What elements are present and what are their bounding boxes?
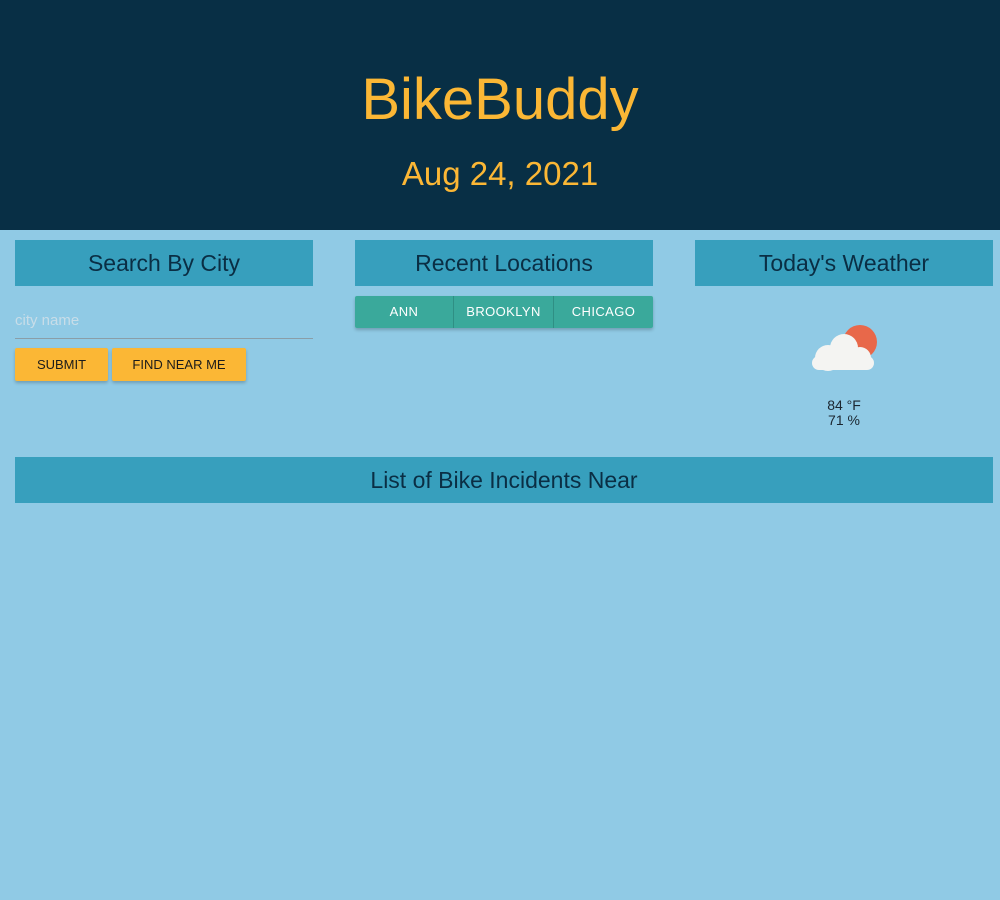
search-heading: Search By City [15,240,313,286]
location-button-ann[interactable]: ANN [355,296,454,328]
location-button-chicago[interactable]: CHICAGO [554,296,653,328]
recent-locations-heading: Recent Locations [355,240,653,286]
partly-cloudy-icon [812,325,877,371]
submit-button[interactable]: SUBMIT [15,348,108,381]
incidents-heading: List of Bike Incidents Near [15,457,993,503]
temperature-value: 84 °F [827,397,861,413]
weather-heading: Today's Weather [695,240,993,286]
app-header: BikeBuddy Aug 24, 2021 [0,0,1000,230]
current-date: Aug 24, 2021 [401,155,599,192]
app-title: BikeBuddy [361,67,639,132]
incidents-list [15,503,993,883]
recent-locations-group: ANN BROOKLYN CHICAGO [355,296,653,328]
location-button-brooklyn[interactable]: BROOKLYN [454,296,554,328]
humidity-value: 71 % [828,412,860,428]
city-search-input[interactable] [15,302,313,339]
find-near-me-button[interactable]: FIND NEAR ME [112,348,246,381]
